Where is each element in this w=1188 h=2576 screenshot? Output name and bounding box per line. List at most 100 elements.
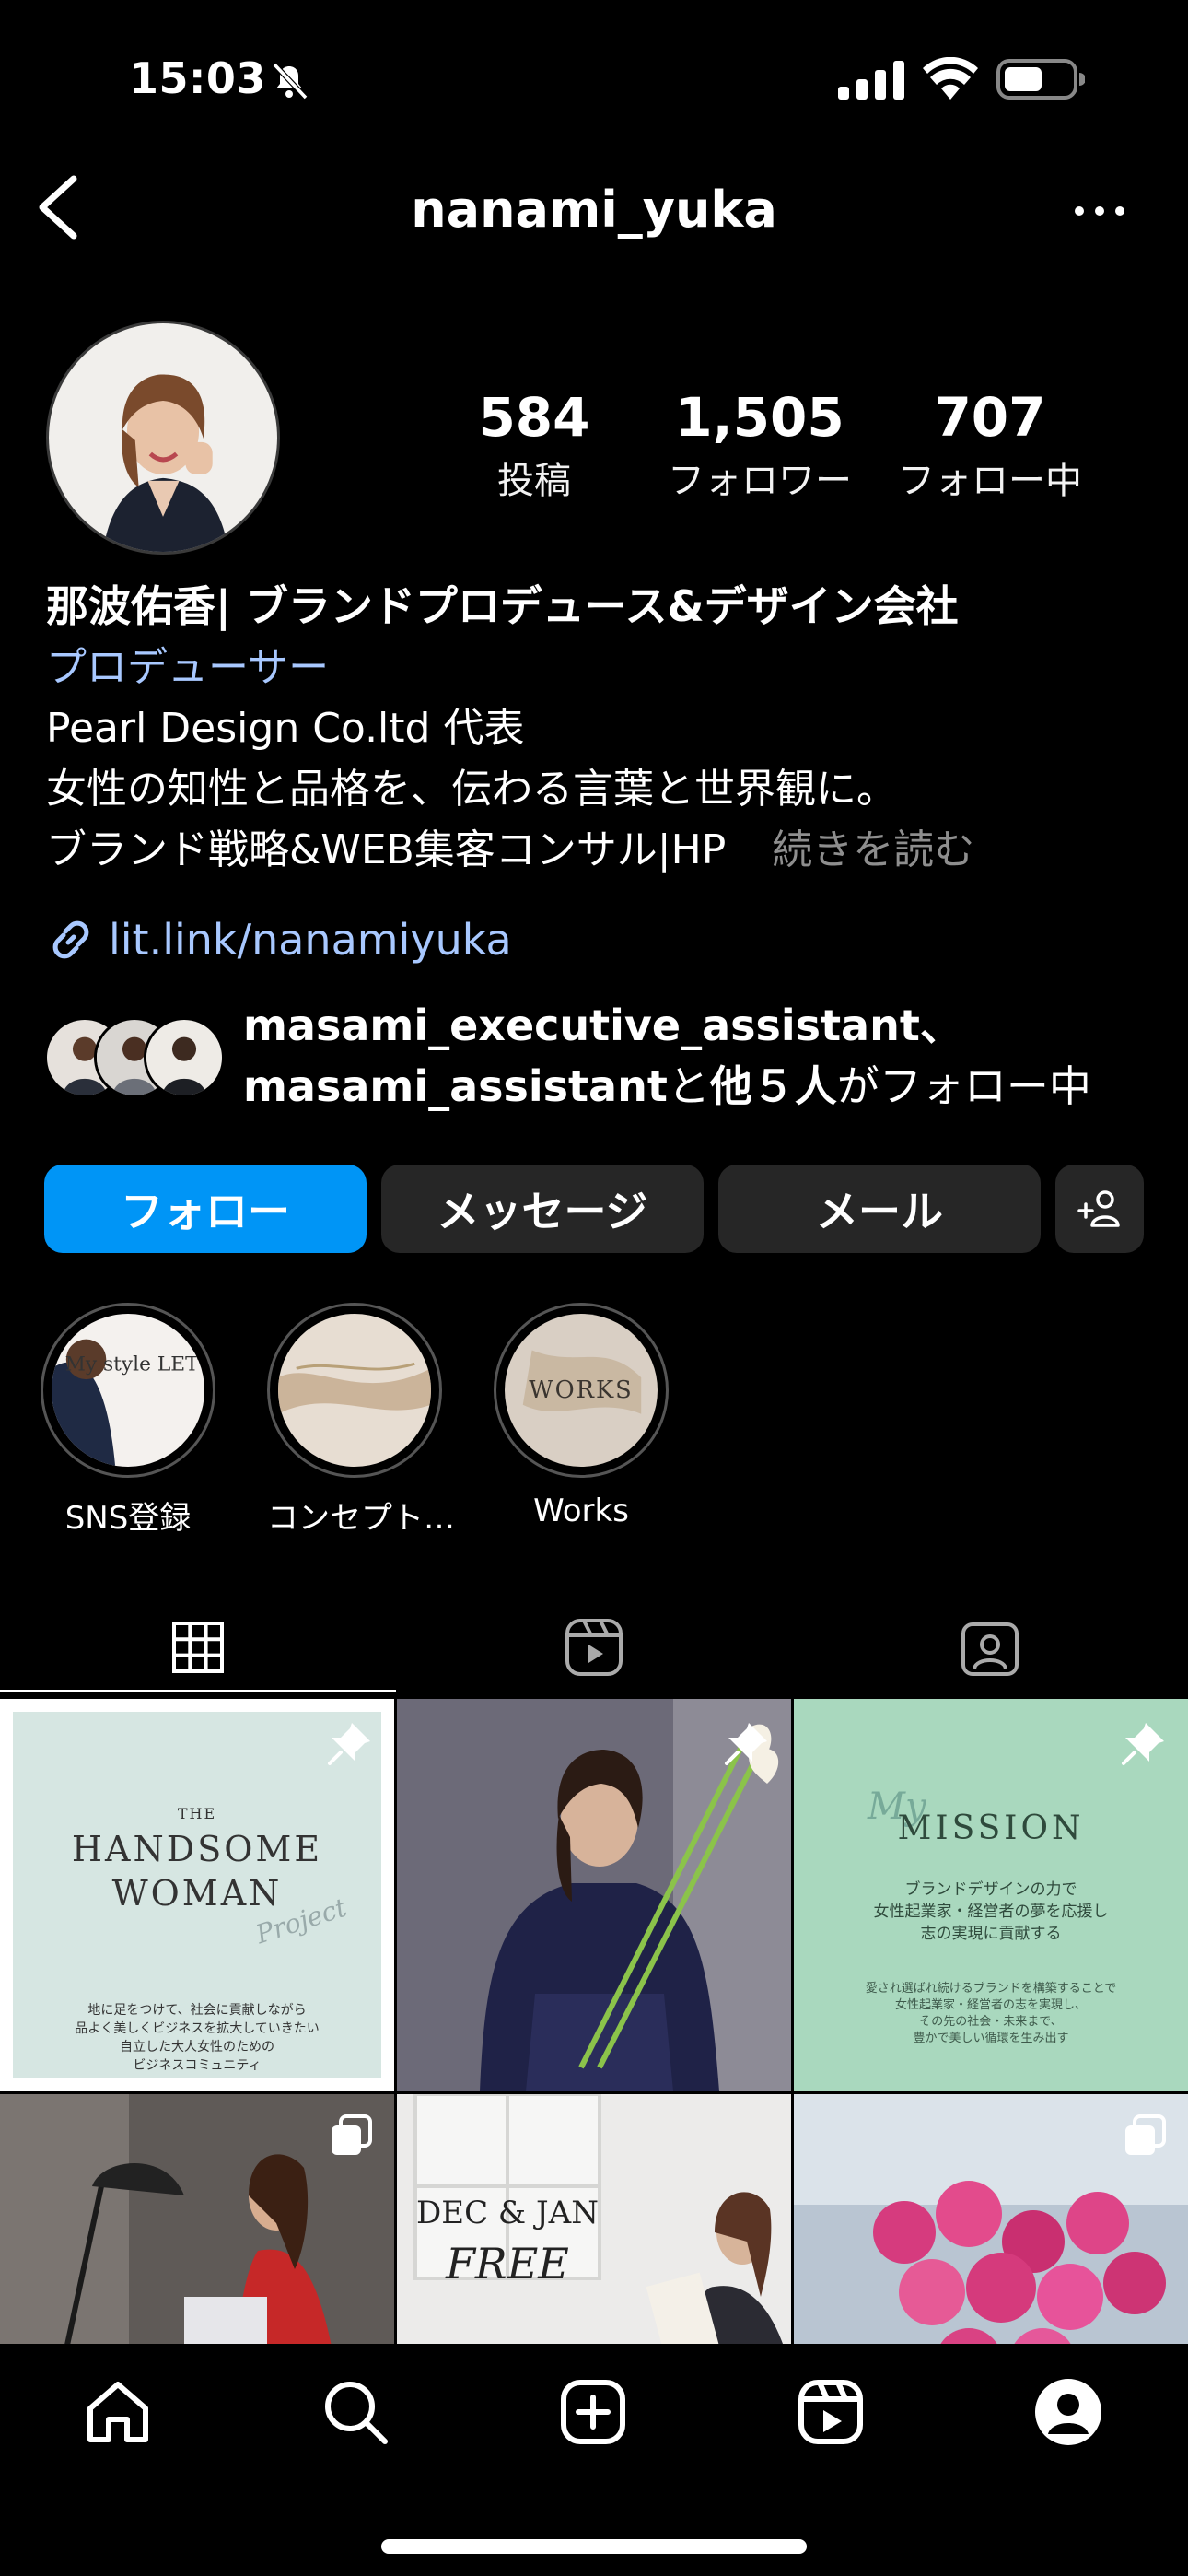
profile-display-name: 那波佑香| ブランドプロデュース&デザイン会社 bbox=[46, 581, 959, 631]
grid-icon bbox=[172, 1622, 224, 1673]
carousel-icon bbox=[332, 2114, 372, 2155]
home-icon[interactable] bbox=[81, 2375, 155, 2449]
suggested-users-button[interactable] bbox=[1055, 1165, 1144, 1253]
highlight-ring bbox=[267, 1303, 442, 1478]
profile-stats: 584 投稿 1,505 フォロワー 707 フォロー中 bbox=[460, 385, 1105, 514]
profile-bio: 那波佑香| ブランドプロデュース&デザイン会社 プロデューサー Pearl De… bbox=[46, 575, 1151, 881]
highlight-label: Works bbox=[533, 1493, 629, 1529]
carousel-icon bbox=[1125, 2114, 1166, 2155]
post-title: MISSION bbox=[897, 1809, 1084, 1847]
post-thumbnail[interactable]: THE HANDSOME WOMAN Project 地に足をつけて、社会に貢献… bbox=[0, 1699, 394, 2091]
post-thumbnail[interactable] bbox=[0, 2094, 394, 2344]
story-highlight[interactable]: WORKS Works bbox=[494, 1303, 669, 1529]
mutual-followers-line2: masami_assistantと他５人がフォロー中 bbox=[243, 1056, 1164, 1117]
followers-label: フォロワー bbox=[668, 460, 852, 502]
post-image: DEC & JAN FREE bbox=[397, 2094, 791, 2344]
story-highlight[interactable]: My style LETTER SNS登録 bbox=[41, 1303, 215, 1538]
post-title: DEC & JAN bbox=[416, 2195, 599, 2231]
post-thumbnail[interactable] bbox=[397, 1699, 791, 2091]
tab-tagged[interactable] bbox=[792, 1603, 1188, 1692]
highlight-cover: WORKS bbox=[505, 1314, 658, 1467]
post-thumbnail[interactable]: My MISSION ブランドデザインの力で 女性起業家・経営者の夢を応援し 志… bbox=[794, 1699, 1188, 2091]
mutual-conj: と bbox=[667, 1061, 710, 1111]
stat-followers[interactable]: 1,505 フォロワー bbox=[654, 385, 866, 509]
post-caption: 品よく美しくビジネスを拡大していきたい bbox=[75, 2021, 320, 2036]
signal-icon bbox=[838, 61, 904, 100]
post-title: HANDSOME bbox=[72, 1829, 322, 1869]
create-post-icon[interactable] bbox=[556, 2375, 630, 2449]
post-title-small: THE bbox=[178, 1805, 216, 1822]
post-caption: ビジネスコミュニティ bbox=[133, 2058, 261, 2073]
stat-following[interactable]: 707 フォロー中 bbox=[875, 385, 1105, 509]
reels-icon bbox=[565, 1619, 623, 1676]
highlight-ring: WORKS bbox=[494, 1303, 669, 1478]
avatar-photo bbox=[49, 323, 277, 552]
mutual-followers-avatars[interactable] bbox=[44, 1017, 228, 1100]
mutual-follower-name: masami_executive_assistant、 bbox=[243, 1001, 962, 1050]
posts-count: 584 bbox=[478, 386, 590, 449]
following-count: 707 bbox=[934, 386, 1046, 449]
home-indicator bbox=[381, 2539, 807, 2554]
story-highlight[interactable]: コンセプト… bbox=[267, 1303, 455, 1538]
post-caption: 志の実現に貢献する bbox=[921, 1925, 1062, 1943]
post-thumbnail[interactable] bbox=[794, 2094, 1188, 2344]
following-label: フォロー中 bbox=[898, 460, 1082, 502]
post-caption: 女性起業家・経営者の夢を応援し bbox=[874, 1903, 1109, 1921]
highlight-label: SNS登録 bbox=[64, 1500, 192, 1537]
message-button[interactable]: メッセージ bbox=[381, 1165, 704, 1253]
bell-off-icon bbox=[272, 62, 309, 100]
profile-avatar[interactable] bbox=[46, 321, 280, 555]
profile-username-title: nanami_yuka bbox=[411, 181, 777, 239]
pin-icon bbox=[725, 1723, 767, 1765]
highlight-label: コンセプト… bbox=[267, 1500, 455, 1537]
followers-count: 1,505 bbox=[675, 386, 844, 449]
read-more-link[interactable]: 続きを読む bbox=[772, 826, 974, 873]
posts-label: 投稿 bbox=[497, 460, 571, 502]
link-icon bbox=[52, 920, 89, 959]
search-icon[interactable] bbox=[319, 2375, 392, 2449]
bio-line: 女性の知性と品格を、伝わる言葉と世界観に。 bbox=[46, 766, 897, 813]
post-caption: 豊かで美しい循環を生み出す bbox=[913, 2032, 1068, 2045]
post-caption: 愛され選ばれ続けるブランドを構築することで bbox=[866, 1981, 1117, 1996]
bio-line-last: ブランド戦略&WEB集客コンサル|HP 続きを読む bbox=[46, 820, 1151, 881]
post-title: FREE bbox=[445, 2239, 569, 2289]
posts-grid: THE HANDSOME WOMAN Project 地に足をつけて、社会に貢献… bbox=[0, 1699, 1188, 2344]
add-person-icon bbox=[1077, 1190, 1120, 1227]
reels-nav-icon[interactable] bbox=[794, 2375, 868, 2449]
highlight-cover bbox=[278, 1314, 431, 1467]
profile-link-text: lit.link/nanamiyuka bbox=[109, 915, 512, 965]
post-caption: その先の社会・未来まで、 bbox=[919, 2014, 1062, 2029]
highlight-ring: My style LETTER bbox=[41, 1303, 215, 1478]
post-caption: 女性起業家・経営者の志を実現し、 bbox=[895, 1997, 1087, 2012]
mutual-follower-name: masami_assistant bbox=[243, 1061, 668, 1111]
highlight-cover: My style LETTER bbox=[52, 1314, 204, 1467]
post-caption: 地に足をつけて、社会に貢献しながら bbox=[87, 2003, 306, 2018]
mutual-followers-text[interactable]: masami_executive_assistant、 masami_assis… bbox=[243, 995, 1164, 1117]
tagged-icon bbox=[961, 1622, 1019, 1676]
active-tab-indicator bbox=[0, 1690, 396, 1692]
bio-line: Pearl Design Co.ltd 代表 bbox=[46, 705, 525, 752]
more-options-button[interactable] bbox=[1072, 197, 1127, 225]
status-time: 15:03 bbox=[129, 53, 266, 103]
mutual-others-count: 他５人 bbox=[709, 1061, 837, 1111]
tab-reels[interactable] bbox=[396, 1603, 792, 1692]
profile-nav-icon[interactable] bbox=[1031, 2375, 1105, 2449]
tab-posts-grid[interactable] bbox=[0, 1603, 396, 1692]
bio-line-text: ブランド戦略&WEB集客コンサル|HP bbox=[46, 826, 727, 873]
post-title: WOMAN bbox=[112, 1873, 283, 1914]
email-button[interactable]: メール bbox=[718, 1165, 1041, 1253]
post-caption: 自立した大人女性のための bbox=[120, 2039, 274, 2055]
pin-icon bbox=[328, 1723, 370, 1765]
highlight-cover-text: My style LETTER bbox=[65, 1352, 204, 1376]
mutual-avatar bbox=[144, 1017, 225, 1098]
highlight-cover-text: WORKS bbox=[529, 1376, 633, 1404]
post-thumbnail[interactable]: DEC & JAN FREE bbox=[397, 2094, 791, 2344]
stat-posts[interactable]: 584 投稿 bbox=[460, 385, 608, 509]
battery-icon bbox=[996, 59, 1085, 100]
profile-category: プロデューサー bbox=[46, 644, 330, 691]
follow-button[interactable]: フォロー bbox=[44, 1165, 367, 1253]
profile-link[interactable]: lit.link/nanamiyuka bbox=[46, 912, 512, 967]
wifi-icon bbox=[923, 57, 978, 100]
mutual-suffix: がフォロー中 bbox=[836, 1061, 1091, 1111]
post-caption: ブランドデザインの力で bbox=[905, 1879, 1077, 1899]
